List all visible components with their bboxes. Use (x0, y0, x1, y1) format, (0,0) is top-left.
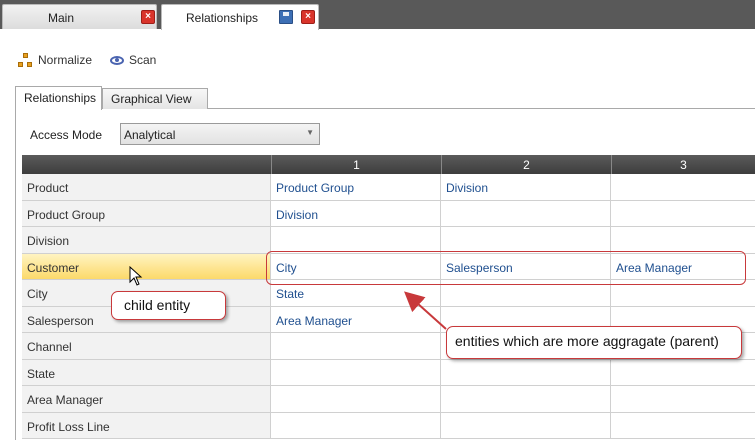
row-header[interactable]: Product (22, 174, 271, 201)
normalize-button[interactable]: Normalize (18, 50, 92, 70)
document-tab-bar: Main × Relationships × (0, 0, 755, 30)
grid-cell[interactable] (611, 386, 755, 413)
close-icon[interactable]: × (301, 10, 315, 24)
grid-cell[interactable] (271, 386, 441, 413)
save-icon[interactable] (279, 10, 293, 24)
grid-cell[interactable] (271, 359, 441, 386)
row-header[interactable]: Product Group (22, 200, 271, 227)
grid-cell[interactable]: Division (441, 174, 611, 201)
dropdown-arrow-icon: ▼ (306, 128, 314, 137)
grid-cell[interactable] (611, 413, 755, 439)
table-row[interactable]: Product Product Group Division (22, 174, 755, 201)
parent-entity-callout: entities which are more aggragate (paren… (446, 326, 742, 359)
grid-cell[interactable]: Product Group (271, 174, 441, 201)
row-header[interactable]: State (22, 359, 271, 386)
grid-header: 1 2 3 (22, 155, 755, 174)
normalize-label: Normalize (38, 53, 93, 67)
access-mode-label: Access Mode (30, 128, 103, 142)
doc-tab-main[interactable]: Main × (2, 4, 157, 29)
mouse-cursor-icon (129, 266, 143, 286)
grid-cell[interactable] (441, 359, 611, 386)
scan-label: Scan (129, 53, 157, 67)
grid-cell[interactable] (611, 360, 755, 386)
parent-highlight-box (266, 251, 746, 285)
tab-graphical-view[interactable]: Graphical View (102, 88, 208, 109)
grid-cell[interactable] (611, 174, 755, 201)
row-header[interactable]: Customer (22, 253, 271, 280)
access-mode-value: Analytical (124, 128, 176, 142)
table-row[interactable]: Profit Loss Line (22, 412, 755, 439)
table-row[interactable]: Division (22, 227, 755, 254)
column-header[interactable]: 2 (441, 155, 611, 174)
grid-cell[interactable] (441, 227, 611, 254)
doc-tab-relationships[interactable]: Relationships × (161, 4, 319, 30)
row-header[interactable]: Area Manager (22, 386, 271, 413)
grid-cell[interactable]: Division (271, 200, 441, 227)
table-row[interactable]: Area Manager (22, 386, 755, 413)
grid-cell[interactable]: Area Manager (271, 306, 441, 333)
row-header[interactable]: Channel (22, 333, 271, 360)
grid-cell[interactable] (441, 200, 611, 227)
column-header[interactable]: 1 (271, 155, 441, 174)
table-row[interactable]: Product Group Division (22, 200, 755, 227)
access-mode-select[interactable]: Analytical ▼ (120, 123, 320, 145)
doc-tab-main-label: Main (48, 11, 75, 25)
scan-button[interactable]: Scan (110, 50, 156, 70)
grid-cell[interactable] (441, 412, 611, 439)
tab-relationships[interactable]: Relationships (15, 86, 102, 110)
close-icon[interactable]: × (141, 10, 155, 24)
grid-cell[interactable] (271, 412, 441, 439)
row-header[interactable]: Profit Loss Line (22, 412, 271, 439)
grid-cell[interactable] (611, 227, 755, 254)
row-header[interactable]: Division (22, 227, 271, 254)
doc-tab-relationships-label: Relationships (186, 11, 259, 25)
child-entity-callout: child entity (111, 291, 226, 320)
column-header[interactable]: 3 (611, 155, 755, 174)
grid-cell[interactable] (611, 201, 755, 227)
grid-cell[interactable] (441, 386, 611, 413)
grid-cell[interactable] (271, 227, 441, 254)
eye-icon (110, 55, 124, 65)
table-row[interactable]: State (22, 359, 755, 386)
grid-cell[interactable] (271, 333, 441, 360)
hierarchy-icon (18, 52, 33, 68)
